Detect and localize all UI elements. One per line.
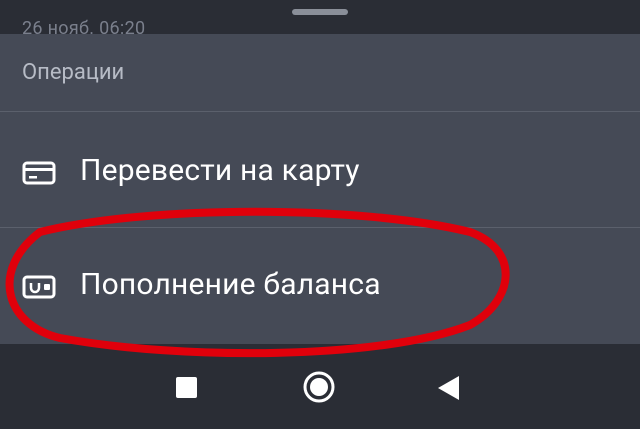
home-circle-icon[interactable] <box>302 370 336 404</box>
menu-item-label: Перевести на карту <box>80 153 360 188</box>
divider <box>0 111 640 112</box>
divider <box>0 227 640 228</box>
recents-square-icon[interactable] <box>176 377 197 398</box>
wallet-icon <box>22 275 56 299</box>
back-triangle-icon[interactable] <box>438 376 460 400</box>
sheet-title: Операции <box>22 60 125 85</box>
sheet-drag-handle[interactable] <box>292 9 348 15</box>
background-content: 26 нояб. 06:20 <box>0 0 640 39</box>
menu-item-label: Пополнение баланса <box>80 267 381 302</box>
system-navigation-bar <box>0 344 640 429</box>
menu-item-transfer-to-card[interactable]: Перевести на карту <box>0 116 640 230</box>
credit-card-icon <box>22 161 56 185</box>
operations-bottom-sheet: Операции Перевести на карту Пополнение б… <box>0 34 640 344</box>
menu-item-top-up-balance[interactable]: Пополнение баланса <box>0 230 640 344</box>
